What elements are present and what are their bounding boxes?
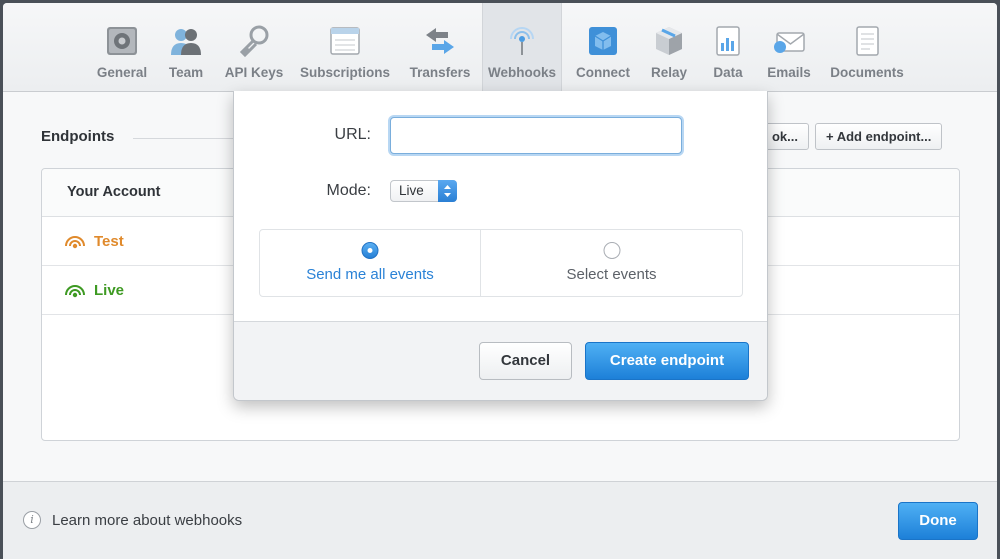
url-input[interactable] [390,117,682,154]
tab-label: Documents [830,65,904,80]
info-icon: i [23,511,41,529]
cancel-button[interactable]: Cancel [479,342,572,380]
tab-emails[interactable]: Emails [763,3,815,92]
option-label: Send me all events [306,266,434,283]
popover-footer: Cancel Create endpoint [234,321,767,400]
tab-relay[interactable]: Relay [645,3,693,92]
antenna-icon [510,27,534,55]
learn-more-link[interactable]: i Learn more about webhooks [23,511,242,529]
mode-value: Live [399,183,424,198]
key-icon [239,25,269,57]
done-button[interactable]: Done [898,502,978,540]
tab-transfers[interactable]: Transfers [405,3,475,92]
signal-icon [65,236,85,249]
settings-toolbar: General Team API Keys Subscriptions Tran… [3,3,997,92]
option-select-events[interactable]: Select events [480,230,742,296]
window-icon [330,27,360,55]
tab-api-keys[interactable]: API Keys [223,3,285,92]
gear-icon [107,27,137,55]
tab-label: Emails [767,65,811,80]
tab-label: Subscriptions [299,65,390,80]
events-choice-group: Send me all events Select events [259,229,743,297]
create-endpoint-button[interactable]: Create endpoint [585,342,749,380]
radio-selected[interactable] [361,242,379,259]
cube-icon [589,27,617,55]
window-footer: i Learn more about webhooks Done [3,481,997,559]
tab-label: Relay [650,65,688,80]
tab-label: Data [713,65,743,80]
endpoint-row-label: Test [94,232,124,250]
box-icon [656,27,682,55]
tab-label: Connect [576,65,630,80]
option-send-all-events[interactable]: Send me all events [260,230,480,296]
chevron-updown-icon [438,180,457,202]
learn-more-text: Learn more about webhooks [52,511,243,529]
signal-icon [65,285,85,298]
people-icon [171,29,201,55]
tab-label: API Keys [224,65,284,80]
chart-doc-icon [716,26,740,56]
section-title: Endpoints [41,128,115,145]
transfer-arrows-icon [426,28,454,54]
tab-subscriptions[interactable]: Subscriptions [299,3,391,92]
tab-connect[interactable]: Connect [571,3,635,92]
tab-team[interactable]: Team [161,3,211,92]
tab-label: Transfers [409,65,471,80]
tab-documents[interactable]: Documents [827,3,907,92]
document-icon [856,26,879,56]
section-divider [133,138,233,139]
tab-label: Webhooks [487,65,556,80]
tab-data[interactable]: Data [707,3,749,92]
add-endpoint-button[interactable]: + Add endpoint... [815,123,943,150]
url-label: URL: [334,126,371,143]
tab-webhooks[interactable]: Webhooks [482,3,562,92]
tab-label: Team [168,65,204,80]
tab-label: General [96,65,148,80]
new-endpoint-popover: URL: Mode: Live Send me all events Selec… [233,91,768,401]
mode-select[interactable]: Live [390,180,457,202]
radio-unselected[interactable] [603,242,620,259]
endpoint-row-label: Live [94,281,125,299]
mode-label: Mode: [326,182,371,199]
tab-general[interactable]: General [91,3,153,92]
option-label: Select events [566,266,657,283]
envelope-icon [774,32,805,53]
